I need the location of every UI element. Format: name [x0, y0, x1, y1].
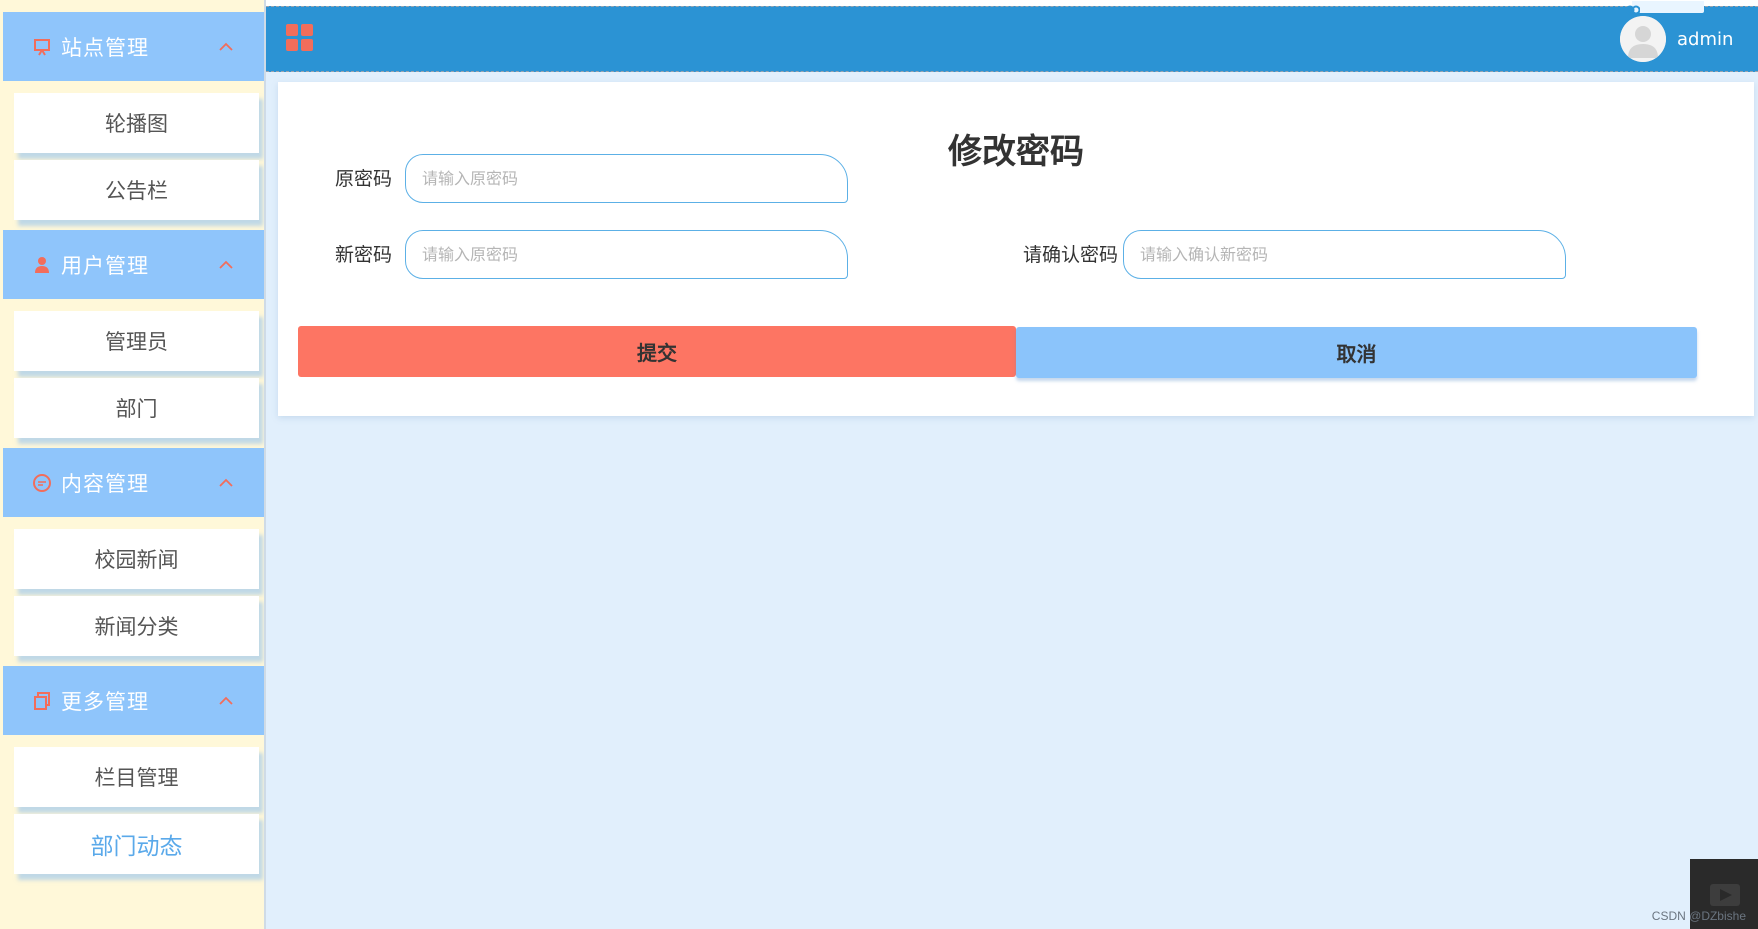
chevron-up-icon[interactable]	[214, 253, 238, 277]
watermark: CSDN @DZbishe	[1651, 909, 1746, 923]
sidebar-item-departments[interactable]: 部门	[14, 378, 259, 438]
user-icon	[31, 254, 53, 276]
chevron-up-icon[interactable]	[214, 35, 238, 59]
cancel-button[interactable]: 取消	[1016, 327, 1697, 378]
grid-icon[interactable]	[286, 24, 314, 52]
new-password-input[interactable]	[405, 230, 848, 279]
sidebar-group-label: 站点管理	[61, 35, 149, 60]
chevron-up-icon[interactable]	[214, 689, 238, 713]
copy-icon	[31, 690, 53, 712]
confirm-password-input[interactable]	[1123, 230, 1566, 279]
sidebar-group-content[interactable]: 内容管理	[3, 448, 264, 517]
sidebar-item-campus-news[interactable]: 校园新闻	[14, 529, 259, 589]
sidebar-group-more[interactable]: 更多管理	[3, 666, 264, 735]
sidebar-group-label: 内容管理	[61, 471, 149, 496]
sidebar-item-carousel[interactable]: 轮播图	[14, 93, 259, 153]
old-password-label: 原密码	[334, 168, 392, 190]
username[interactable]: admin	[1677, 29, 1733, 50]
floating-tag	[1632, 1, 1704, 13]
presentation-icon	[31, 36, 53, 58]
sidebar-group-label: 用户管理	[61, 253, 149, 278]
sidebar-group-label: 更多管理	[61, 689, 149, 714]
new-password-label: 新密码	[334, 244, 392, 266]
chevron-up-icon[interactable]	[214, 471, 238, 495]
submit-button[interactable]: 提交	[298, 326, 1016, 377]
old-password-input[interactable]	[405, 154, 848, 203]
top-bar: admin	[266, 1, 1758, 72]
sidebar-item-bulletin[interactable]: 公告栏	[14, 160, 259, 220]
sidebar-group-site[interactable]: 站点管理	[3, 12, 264, 81]
sidebar: 站点管理 轮播图 公告栏 用户管理 管理员 部门 内容管理 校园新闻 新闻分类 …	[0, 0, 266, 929]
sidebar-item-columns[interactable]: 栏目管理	[14, 747, 259, 807]
change-password-card: 修改密码 原密码 新密码 请确认密码 提交 取消	[278, 82, 1754, 416]
sidebar-item-admins[interactable]: 管理员	[14, 311, 259, 371]
sidebar-item-news-category[interactable]: 新闻分类	[14, 596, 259, 656]
confirm-password-label: 请确认密码	[1022, 244, 1118, 266]
chat-icon	[31, 472, 53, 494]
sidebar-item-dept-news[interactable]: 部门动态	[14, 814, 259, 874]
page: 站点管理 轮播图 公告栏 用户管理 管理员 部门 内容管理 校园新闻 新闻分类 …	[0, 0, 1758, 929]
sidebar-group-users[interactable]: 用户管理	[3, 230, 264, 299]
main-content: 修改密码 原密码 新密码 请确认密码 提交 取消 CSDN @DZbishe	[266, 72, 1758, 929]
link-icon	[1625, 1, 1641, 15]
avatar-icon[interactable]	[1620, 16, 1666, 62]
